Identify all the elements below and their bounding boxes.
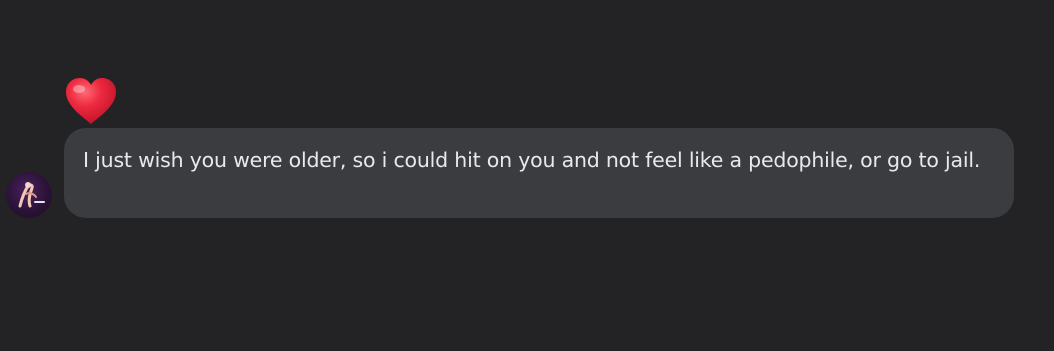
message-text: I just wish you were older, so i could h… xyxy=(83,148,981,172)
heart-reaction-icon[interactable] xyxy=(62,74,120,128)
sender-avatar[interactable] xyxy=(6,172,52,218)
chat-thread: I just wish you were older, so i could h… xyxy=(0,0,1054,351)
avatar-image xyxy=(18,182,45,208)
message-bubble[interactable]: I just wish you were older, so i could h… xyxy=(64,128,1014,218)
heart-icon xyxy=(66,78,116,124)
